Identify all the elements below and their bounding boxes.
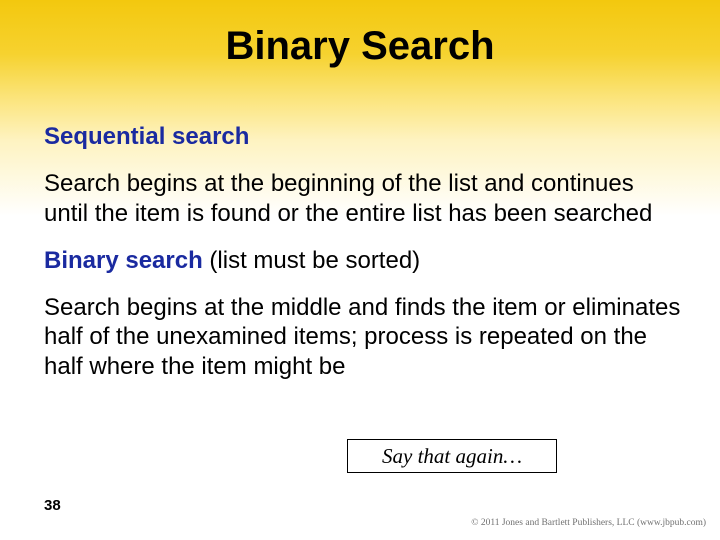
slide-title: Binary Search — [0, 24, 720, 69]
binary-heading: Binary search (list must be sorted) — [44, 246, 684, 275]
slide: Binary Search Sequential search Search b… — [0, 0, 720, 540]
page-number: 38 — [44, 497, 61, 514]
slide-body: Sequential search Search begins at the b… — [44, 122, 684, 399]
binary-qualifier: (list must be sorted) — [203, 247, 420, 274]
sequential-heading: Sequential search — [44, 122, 684, 151]
binary-description: Search begins at the middle and finds th… — [44, 293, 684, 381]
callout-box: Say that again… — [347, 439, 557, 473]
sequential-term: Sequential search — [44, 123, 249, 150]
sequential-description: Search begins at the beginning of the li… — [44, 169, 684, 228]
copyright-notice: © 2011 Jones and Bartlett Publishers, LL… — [471, 518, 706, 528]
binary-term: Binary search — [44, 247, 203, 274]
